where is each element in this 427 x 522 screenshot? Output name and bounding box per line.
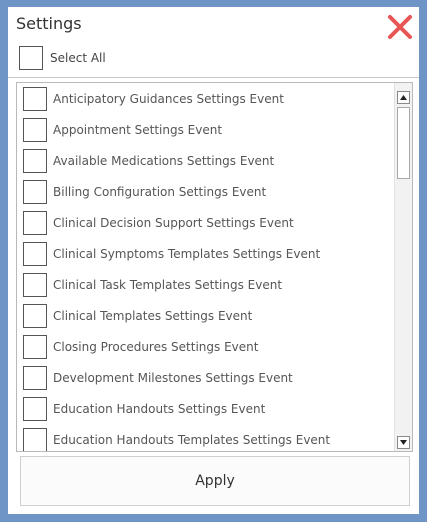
- item-checkbox[interactable]: [23, 427, 47, 451]
- close-icon[interactable]: [387, 14, 413, 40]
- item-label: Appointment Settings Event: [53, 122, 223, 137]
- item-checkbox[interactable]: [23, 117, 47, 142]
- item-label: Education Handouts Settings Event: [53, 401, 266, 416]
- item-checkbox[interactable]: [23, 179, 47, 204]
- item-label: Available Medications Settings Event: [53, 153, 275, 168]
- item-checkbox[interactable]: [23, 334, 47, 359]
- settings-dialog: Settings Select All Anticipatory Guidanc…: [8, 7, 419, 514]
- scroll-thumb[interactable]: [397, 107, 410, 179]
- settings-event-items: Anticipatory Guidances Settings Event Ap…: [17, 83, 394, 451]
- item-checkbox[interactable]: [23, 86, 47, 111]
- list-item[interactable]: Development Milestones Settings Event: [17, 362, 394, 393]
- item-label: Clinical Decision Support Settings Event: [53, 215, 294, 230]
- list-item[interactable]: Education Handouts Settings Event: [17, 393, 394, 424]
- item-label: Clinical Task Templates Settings Event: [53, 277, 283, 292]
- list-item[interactable]: Available Medications Settings Event: [17, 145, 394, 176]
- dialog-title: Settings: [16, 14, 82, 33]
- item-label: Closing Procedures Settings Event: [53, 339, 259, 354]
- settings-event-list[interactable]: Anticipatory Guidances Settings Event Ap…: [16, 82, 413, 452]
- item-label: Clinical Templates Settings Event: [53, 308, 253, 323]
- arrow-down-icon: [400, 440, 407, 445]
- list-scrollbar[interactable]: [394, 83, 412, 451]
- item-label: Billing Configuration Settings Event: [53, 184, 267, 199]
- item-checkbox[interactable]: [23, 241, 47, 266]
- scroll-down-button[interactable]: [397, 436, 410, 449]
- list-item[interactable]: Appointment Settings Event: [17, 114, 394, 145]
- list-item[interactable]: Clinical Templates Settings Event: [17, 300, 394, 331]
- item-checkbox[interactable]: [23, 303, 47, 328]
- list-item[interactable]: Clinical Symptoms Templates Settings Eve…: [17, 238, 394, 269]
- scroll-up-button[interactable]: [397, 91, 410, 104]
- list-item[interactable]: Closing Procedures Settings Event: [17, 331, 394, 362]
- arrow-up-icon: [400, 95, 407, 100]
- item-checkbox[interactable]: [23, 210, 47, 235]
- select-all-label: Select All: [50, 51, 106, 65]
- list-item[interactable]: Clinical Decision Support Settings Event: [17, 207, 394, 238]
- item-label: Anticipatory Guidances Settings Event: [53, 91, 284, 106]
- header-divider: [8, 77, 419, 78]
- item-checkbox[interactable]: [23, 272, 47, 297]
- list-item[interactable]: Education Handouts Templates Settings Ev…: [17, 424, 394, 451]
- item-checkbox[interactable]: [23, 365, 47, 390]
- item-label: Education Handouts Templates Settings Ev…: [53, 432, 331, 447]
- list-item[interactable]: Clinical Task Templates Settings Event: [17, 269, 394, 300]
- item-checkbox[interactable]: [23, 148, 47, 173]
- item-label: Clinical Symptoms Templates Settings Eve…: [53, 246, 321, 261]
- list-item[interactable]: Billing Configuration Settings Event: [17, 176, 394, 207]
- item-checkbox[interactable]: [23, 396, 47, 421]
- select-all-row[interactable]: Select All: [19, 45, 106, 71]
- select-all-checkbox[interactable]: [19, 46, 43, 70]
- apply-button[interactable]: Apply: [20, 456, 410, 506]
- list-item[interactable]: Anticipatory Guidances Settings Event: [17, 83, 394, 114]
- item-label: Development Milestones Settings Event: [53, 370, 293, 385]
